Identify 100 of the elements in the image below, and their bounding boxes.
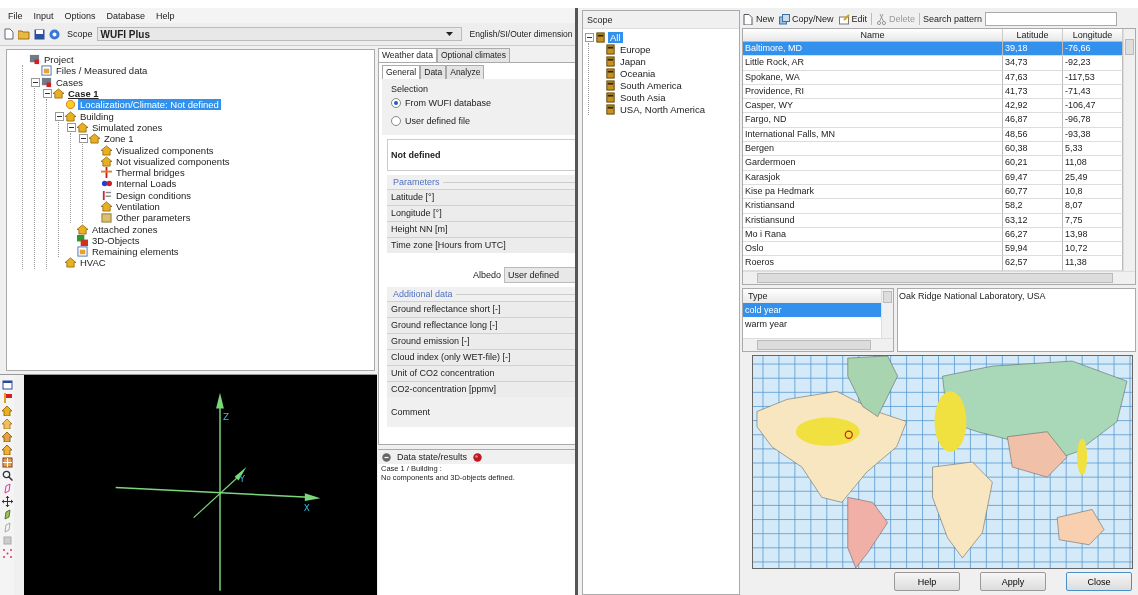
- tree-item[interactable]: Other parameters: [114, 212, 193, 224]
- tree-item[interactable]: Case 1: [66, 88, 101, 100]
- tree-item[interactable]: Simulated zones: [90, 121, 165, 133]
- toolbar-button[interactable]: New: [742, 13, 775, 25]
- table-cell[interactable]: 60,77: [1003, 184, 1063, 200]
- tree-item[interactable]: Design conditions: [114, 189, 193, 201]
- column-header[interactable]: Latitude: [1003, 29, 1063, 42]
- table-cell[interactable]: 66,27: [1003, 227, 1063, 243]
- dots-icon[interactable]: [1, 548, 13, 559]
- toolbar-button[interactable]: Edit: [837, 13, 869, 25]
- tree-item[interactable]: Visualized components: [114, 144, 216, 156]
- scope-dropdown[interactable]: WUFI Plus: [96, 27, 462, 41]
- tree-item[interactable]: Europe: [618, 43, 653, 55]
- vertical-scrollbar[interactable]: [881, 288, 893, 338]
- table-cell[interactable]: 60,21: [1003, 156, 1063, 171]
- table-cell[interactable]: 63,12: [1003, 213, 1063, 228]
- table-cell[interactable]: International Falls, MN: [743, 127, 1003, 143]
- collapse-icon[interactable]: [43, 89, 52, 99]
- column-header[interactable]: Longitude: [1063, 29, 1123, 42]
- tree-item[interactable]: South America: [618, 79, 684, 91]
- house-icon[interactable]: [1, 405, 13, 416]
- table-cell[interactable]: Roeros: [743, 256, 1003, 271]
- search-field[interactable]: [985, 12, 1118, 26]
- tree-item[interactable]: Not visualized components: [114, 155, 232, 167]
- tree-item[interactable]: Thermal bridges: [114, 167, 187, 179]
- tree-item[interactable]: Project: [42, 54, 76, 66]
- menu-item[interactable]: Options: [64, 10, 96, 21]
- table-cell[interactable]: 60,38: [1003, 142, 1063, 157]
- table-cell[interactable]: 34,73: [1003, 56, 1063, 71]
- tree-item[interactable]: Japan: [618, 55, 648, 67]
- table-cell[interactable]: Kise pa Hedmark: [743, 184, 1003, 200]
- table-cell[interactable]: Bergen: [743, 142, 1003, 157]
- table-cell[interactable]: 62,57: [1003, 256, 1063, 271]
- vertical-scrollbar[interactable]: [1123, 29, 1135, 271]
- table-cell[interactable]: 47,63: [1003, 70, 1063, 85]
- table-cell[interactable]: 59,94: [1003, 242, 1063, 257]
- tree-item[interactable]: Remaining elements: [90, 246, 181, 258]
- tree-item[interactable]: Building: [78, 110, 116, 122]
- dialog-button[interactable]: Help: [894, 572, 960, 592]
- menu-item[interactable]: File: [8, 10, 23, 21]
- menu-item[interactable]: Database: [106, 10, 146, 21]
- column-header[interactable]: Type: [743, 288, 881, 303]
- table-cell[interactable]: Little Rock, AR: [743, 56, 1003, 71]
- radio-button[interactable]: [391, 116, 401, 126]
- tree-item[interactable]: Oceania: [618, 67, 658, 79]
- table-cell[interactable]: 69,47: [1003, 170, 1063, 185]
- flag-icon[interactable]: [1, 392, 13, 403]
- house-icon[interactable]: [1, 431, 13, 442]
- collapse-icon[interactable]: [67, 122, 76, 132]
- table-cell[interactable]: Kristiansand: [743, 199, 1003, 214]
- table-cell[interactable]: Spokane, WA: [743, 70, 1003, 85]
- move-icon[interactable]: [1, 496, 13, 507]
- horizontal-scrollbar[interactable]: [743, 337, 893, 351]
- column-header[interactable]: Name: [743, 29, 1003, 42]
- tree-item[interactable]: HVAC: [78, 257, 108, 269]
- collapse-icon[interactable]: [585, 32, 594, 42]
- tree-item[interactable]: South Asia: [618, 91, 668, 103]
- house-icon[interactable]: [1, 418, 13, 429]
- tab[interactable]: Analyze: [446, 65, 485, 79]
- tab[interactable]: Data: [420, 65, 447, 79]
- tab[interactable]: Weather data: [378, 48, 437, 62]
- search-icon[interactable]: [1, 470, 13, 481]
- table-cell[interactable]: 48,56: [1003, 127, 1063, 143]
- tree-item[interactable]: Ventilation: [114, 201, 162, 212]
- dialog-button[interactable]: Apply: [980, 572, 1046, 592]
- window-icon[interactable]: [1, 379, 13, 390]
- tree-item[interactable]: Cases: [54, 76, 85, 88]
- tree-item[interactable]: Internal Loads: [114, 178, 179, 190]
- menu-item[interactable]: Input: [33, 10, 54, 21]
- tree-item[interactable]: USA, North America: [618, 103, 707, 115]
- tree-item[interactable]: Attached zones: [90, 223, 160, 235]
- table-cell[interactable]: Gardermoen: [743, 156, 1003, 171]
- table-cell[interactable]: Providence, RI: [743, 84, 1003, 100]
- tree-item[interactable]: 3D-Objects: [90, 234, 142, 246]
- dialog-button[interactable]: Close: [1066, 572, 1132, 592]
- toolbar-button[interactable]: Copy/New: [778, 13, 835, 25]
- table-cell[interactable]: Kristiansund: [743, 213, 1003, 228]
- table-cell[interactable]: Casper, WY: [743, 99, 1003, 114]
- list-item[interactable]: warm year: [743, 316, 881, 331]
- tab[interactable]: General: [382, 65, 421, 79]
- collapse-icon[interactable]: [79, 134, 88, 144]
- table-cell[interactable]: 46,87: [1003, 113, 1063, 128]
- tree-item[interactable]: Zone 1: [102, 133, 136, 145]
- table-cell[interactable]: 41,73: [1003, 84, 1063, 100]
- table-cell[interactable]: Mo i Rana: [743, 227, 1003, 243]
- menu-item[interactable]: Help: [156, 10, 175, 21]
- table-cell[interactable]: 42,92: [1003, 99, 1063, 114]
- collapse-icon[interactable]: [31, 77, 40, 87]
- house-icon[interactable]: [1, 444, 13, 455]
- collapse-icon[interactable]: [55, 111, 64, 121]
- tab[interactable]: Optional climates: [436, 48, 511, 62]
- pen-icon[interactable]: [1, 509, 13, 520]
- tree-item[interactable]: Files / Measured data: [54, 65, 150, 77]
- table-cell[interactable]: Karasjok: [743, 170, 1003, 185]
- grid-icon[interactable]: [1, 457, 13, 468]
- albedo-dropdown[interactable]: User defined: [504, 267, 576, 283]
- table-cell[interactable]: Fargo, ND: [743, 113, 1003, 128]
- table-cell[interactable]: 58,2: [1003, 199, 1063, 214]
- radio-button[interactable]: [391, 98, 401, 108]
- table-cell[interactable]: Oslo: [743, 242, 1003, 257]
